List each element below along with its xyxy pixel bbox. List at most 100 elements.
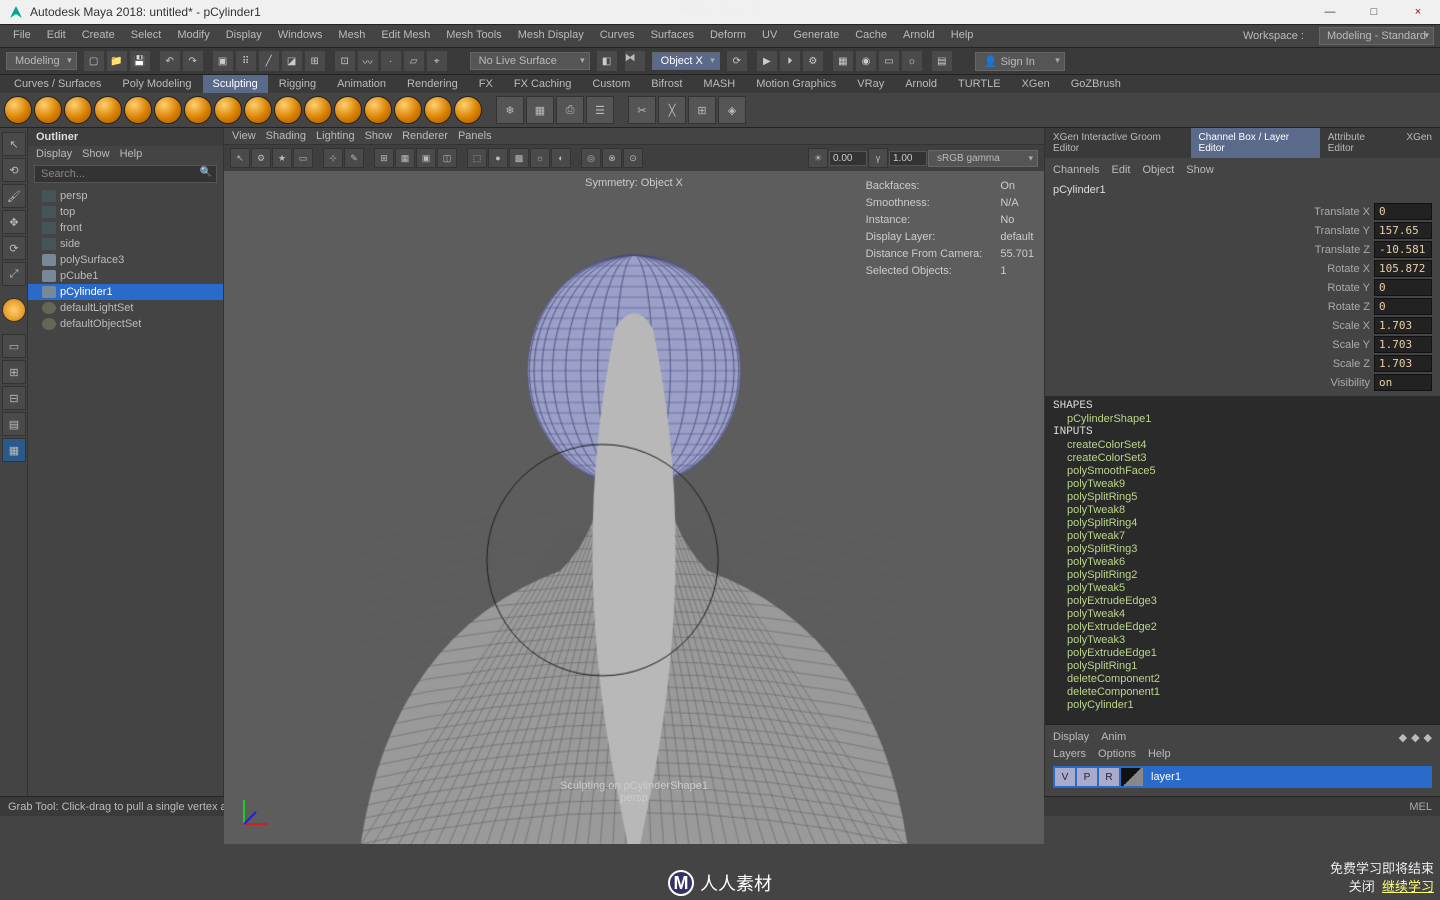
outliner-search[interactable]: Search... (34, 165, 217, 183)
menu-deform[interactable]: Deform (703, 27, 753, 45)
outliner-item[interactable]: defaultLightSet (28, 300, 223, 316)
snap-curve-icon[interactable]: 〰 (357, 50, 379, 72)
history-node[interactable]: polySplitRing2 (1053, 569, 1432, 582)
sculpt-tool-icon[interactable] (334, 96, 362, 124)
vp-grid-icon[interactable]: ⊞ (374, 148, 394, 168)
menu-mesh[interactable]: Mesh (331, 27, 372, 45)
outliner-layout-icon[interactable]: ▤ (2, 412, 26, 436)
shelf-tab-vray[interactable]: VRay (847, 75, 894, 93)
redo-icon[interactable]: ↷ (182, 50, 204, 72)
history-node[interactable]: polyTweak9 (1053, 478, 1432, 491)
attr-value[interactable]: on (1374, 374, 1432, 391)
layer-color-swatch[interactable] (1121, 768, 1143, 786)
select-face-icon[interactable]: ◪ (281, 50, 303, 72)
tab-attribute-editor[interactable]: Attribute Editor (1320, 128, 1399, 158)
last-tool-icon[interactable] (2, 298, 26, 322)
renderview-icon[interactable]: ▭ (878, 50, 900, 72)
make-live-icon[interactable]: ◧ (596, 50, 618, 72)
tab-channelbox[interactable]: Channel Box / Layer Editor (1191, 128, 1320, 158)
minimize-button[interactable]: — (1308, 0, 1352, 24)
sculpt-tool-icon[interactable] (214, 96, 242, 124)
layer-new-icon[interactable]: ◆ (1424, 731, 1432, 744)
ch-menu-channels[interactable]: Channels (1053, 164, 1099, 176)
four-pane-icon[interactable]: ⊞ (2, 360, 26, 384)
shelf-tab-fx[interactable]: FX (469, 75, 503, 93)
history-node[interactable]: polyTweak8 (1053, 504, 1432, 517)
menu-cache[interactable]: Cache (848, 27, 894, 45)
layout-icon[interactable]: ▦ (832, 50, 854, 72)
shelf-tab-fxcaching[interactable]: FX Caching (504, 75, 581, 93)
outliner-item[interactable]: defaultObjectSet (28, 316, 223, 332)
vp-cam-attr-icon[interactable]: ⚙ (251, 148, 271, 168)
layer-visible-cell[interactable]: V (1055, 768, 1075, 786)
undo-icon[interactable]: ↶ (159, 50, 181, 72)
select-uv-icon[interactable]: ⊞ (304, 50, 326, 72)
shelf-tab-xgen[interactable]: XGen (1012, 75, 1060, 93)
layer-icon[interactable]: ☰ (586, 96, 614, 124)
vp-menu-panels[interactable]: Panels (458, 130, 492, 142)
history-icon[interactable]: ⟳ (726, 50, 748, 72)
layer-tab-display[interactable]: Display (1053, 731, 1089, 744)
history-node[interactable]: polyExtrudeEdge1 (1053, 647, 1432, 660)
attr-value[interactable]: 0 (1374, 298, 1432, 315)
move-tool-icon[interactable]: ✥ (2, 210, 26, 234)
menu-edit[interactable]: Edit (40, 27, 73, 45)
shelf-tab-motiongraphics[interactable]: Motion Graphics (746, 75, 846, 93)
snap-plane-icon[interactable]: ▱ (403, 50, 425, 72)
connect-icon[interactable]: ◈ (718, 96, 746, 124)
vp-image-plane-icon[interactable]: ▭ (293, 148, 313, 168)
sculpt-tool-icon[interactable] (4, 96, 32, 124)
menuset-selector[interactable]: Modeling (6, 52, 77, 70)
trial-continue-button[interactable]: 继续学习 (1382, 879, 1434, 894)
ch-menu-object[interactable]: Object (1142, 164, 1174, 176)
sculpt-tool-icon[interactable] (304, 96, 332, 124)
history-node[interactable]: deleteComponent2 (1053, 673, 1432, 686)
vp-grease-icon[interactable]: ✎ (344, 148, 364, 168)
vp-xray-icon[interactable]: ⊗ (602, 148, 622, 168)
history-node[interactable]: polySmoothFace5 (1053, 465, 1432, 478)
history-node[interactable]: deleteComponent1 (1053, 686, 1432, 699)
shelf-tab-custom[interactable]: Custom (582, 75, 640, 93)
vp-wireframe-icon[interactable]: ⬚ (467, 148, 487, 168)
light-editor-icon[interactable]: ☼ (901, 50, 923, 72)
workspace-selector[interactable]: Modeling - Standard (1319, 27, 1434, 45)
menu-help[interactable]: Help (944, 27, 981, 45)
vp-field-icon[interactable]: ◫ (437, 148, 457, 168)
outliner-item[interactable]: top (28, 204, 223, 220)
snap-point-icon[interactable]: · (380, 50, 402, 72)
vp-menu-show[interactable]: Show (365, 130, 393, 142)
shelf-tab-curves[interactable]: Curves / Surfaces (4, 75, 111, 93)
sculpt-tool-icon[interactable] (274, 96, 302, 124)
history-node[interactable]: polySplitRing5 (1053, 491, 1432, 504)
trial-close-button[interactable]: 关闭 (1349, 879, 1375, 894)
vp-shaded-icon[interactable]: ● (488, 148, 508, 168)
history-node[interactable]: polyTweak6 (1053, 556, 1432, 569)
ipr-render-icon[interactable]: ⏵ (779, 50, 801, 72)
symmetry-dropdown[interactable]: Object X (652, 52, 720, 70)
menu-file[interactable]: File (6, 27, 38, 45)
single-pane-icon[interactable]: ▭ (2, 334, 26, 358)
sculpt-tool-icon[interactable] (124, 96, 152, 124)
attr-value[interactable]: 0 (1374, 203, 1432, 220)
attr-value[interactable]: 0 (1374, 279, 1432, 296)
menu-generate[interactable]: Generate (786, 27, 846, 45)
outliner-item[interactable]: persp (28, 188, 223, 204)
attr-value[interactable]: 157.65 (1374, 222, 1432, 239)
vp-bookmark-icon[interactable]: ★ (272, 148, 292, 168)
tab-xgen[interactable]: XGen (1398, 128, 1440, 158)
layer-menu-help[interactable]: Help (1148, 748, 1171, 760)
sculpt-tool-icon[interactable] (34, 96, 62, 124)
layer-row[interactable]: V P R layer1 (1053, 766, 1432, 788)
sculpt-tool-icon[interactable] (94, 96, 122, 124)
paint-select-icon[interactable]: 🖌 (2, 184, 26, 208)
menu-select[interactable]: Select (124, 27, 169, 45)
vp-isolate-icon[interactable]: ◎ (581, 148, 601, 168)
symmetry-toggle-icon[interactable]: ⧓ (624, 50, 646, 72)
live-surface-dropdown[interactable]: No Live Surface (470, 52, 590, 70)
new-scene-icon[interactable]: ▢ (83, 50, 105, 72)
vp-gamma-icon[interactable]: γ (868, 148, 888, 168)
shelf-tab-animation[interactable]: Animation (327, 75, 396, 93)
lasso-tool-icon[interactable]: ⟲ (2, 158, 26, 182)
history-node[interactable]: polySplitRing1 (1053, 660, 1432, 673)
history-node[interactable]: polySplitRing4 (1053, 517, 1432, 530)
